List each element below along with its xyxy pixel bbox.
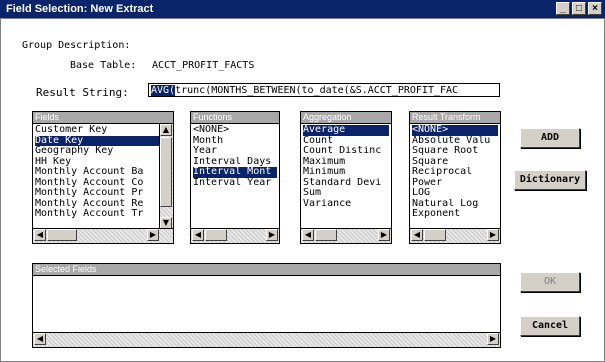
- functions-listbox[interactable]: Functions <NONE> Month Year Interval Days In…: [190, 111, 280, 244]
- list-item[interactable]: Count Distinc: [303, 146, 389, 157]
- list-item[interactable]: Natural Log: [412, 199, 498, 210]
- group-description-label: Group Description:: [22, 40, 131, 51]
- list-item[interactable]: Minimum: [303, 167, 389, 178]
- list-item[interactable]: Interval Days: [193, 157, 277, 168]
- result-transform-horizontal-scrollbar[interactable]: ◀ ▶: [410, 228, 500, 243]
- ok-button[interactable]: OK: [520, 272, 580, 292]
- list-item[interactable]: Geography Key: [35, 146, 159, 157]
- list-item[interactable]: Customer Key: [35, 125, 159, 136]
- list-item[interactable]: Interval Mont: [193, 167, 277, 178]
- list-item[interactable]: Sum: [303, 188, 389, 199]
- list-item[interactable]: <NONE>: [412, 125, 498, 136]
- base-table-value: ACCT_PROFIT_FACTS: [152, 60, 255, 71]
- list-item[interactable]: HH Key: [35, 157, 159, 168]
- window-title: Field Selection: New Extract: [6, 3, 154, 15]
- close-button[interactable]: ×: [588, 2, 602, 15]
- aggregation-horizontal-scrollbar[interactable]: ◀ ▶: [301, 228, 391, 243]
- fields-horizontal-scrollbar[interactable]: ◀ ▶: [33, 228, 173, 243]
- list-item[interactable]: Date Key: [35, 135, 159, 146]
- minimize-button[interactable]: _: [556, 2, 570, 15]
- scroll-right-icon[interactable]: ▶: [487, 229, 499, 241]
- scroll-right-icon[interactable]: ▶: [378, 229, 390, 241]
- result-string-field[interactable]: AVG(trunc(MONTHS_BETWEEN(to_date(&S.ACCT…: [148, 83, 500, 97]
- scroll-left-icon[interactable]: ◀: [192, 229, 204, 241]
- scroll-right-icon[interactable]: ▶: [266, 229, 278, 241]
- aggregation-listbox[interactable]: Aggregation Average Count Count Distinc Max…: [300, 111, 392, 244]
- list-item[interactable]: Absolute Valu: [412, 136, 498, 147]
- list-item[interactable]: Variance: [303, 199, 389, 210]
- list-item[interactable]: Exponent: [412, 209, 498, 220]
- maximize-button[interactable]: □: [572, 2, 586, 15]
- functions-horizontal-scrollbar[interactable]: ◀ ▶: [191, 228, 279, 243]
- list-item[interactable]: Year: [193, 146, 277, 157]
- list-item[interactable]: Square: [412, 157, 498, 168]
- selected-fields-listbox[interactable]: Selected Fields ◀ ▶: [32, 263, 501, 348]
- list-item[interactable]: Monthly Account Co: [35, 178, 159, 189]
- scroll-right-icon[interactable]: ▶: [487, 333, 499, 345]
- cancel-button[interactable]: Cancel: [520, 316, 580, 336]
- list-item[interactable]: Count: [303, 136, 389, 147]
- result-transform-listbox[interactable]: Result Transform <NONE> Absolute Valu Squa…: [409, 111, 501, 244]
- scroll-up-icon[interactable]: ▲: [160, 124, 172, 136]
- fields-vertical-scrollbar[interactable]: ▲ ▼: [159, 124, 173, 229]
- list-item[interactable]: Maximum: [303, 157, 389, 168]
- list-item[interactable]: Interval Year: [193, 178, 277, 189]
- scroll-thumb[interactable]: [315, 229, 337, 241]
- fields-listbox[interactable]: Fields Customer Key Date Key Geography Key…: [32, 111, 174, 244]
- result-string-text: trunc(MONTHS_BETWEEN(to_date(&S.ACCT_PRO…: [175, 85, 459, 96]
- base-table-label: Base Table:: [70, 60, 137, 71]
- functions-header: Functions: [191, 112, 279, 124]
- list-item[interactable]: Monthly Account Re: [35, 199, 159, 210]
- title-bar[interactable]: Field Selection: New Extract _ □ ×: [0, 0, 605, 18]
- list-item[interactable]: Standard Devi: [303, 178, 389, 189]
- scroll-left-icon[interactable]: ◀: [34, 229, 46, 241]
- list-item[interactable]: Monthly Account Tr: [35, 209, 159, 220]
- scroll-left-icon[interactable]: ◀: [302, 229, 314, 241]
- scroll-thumb[interactable]: [424, 229, 446, 241]
- add-button[interactable]: ADD: [520, 128, 580, 148]
- selected-fields-horizontal-scrollbar[interactable]: ◀ ▶: [33, 332, 500, 347]
- list-item[interactable]: Average: [303, 125, 389, 136]
- fields-header: Fields: [33, 112, 173, 124]
- scroll-right-icon[interactable]: ▶: [147, 229, 159, 241]
- selected-fields-header: Selected Fields: [33, 264, 500, 276]
- list-item[interactable]: Monthly Account Ba: [35, 167, 159, 178]
- list-item[interactable]: Monthly Account Pr: [35, 188, 159, 199]
- result-string-label: Result String:: [36, 86, 129, 99]
- scroll-thumb[interactable]: [205, 229, 227, 241]
- list-item[interactable]: Square Root: [412, 146, 498, 157]
- scroll-thumb[interactable]: [47, 229, 77, 241]
- aggregation-header: Aggregation: [301, 112, 391, 124]
- result-transform-header: Result Transform: [410, 112, 500, 124]
- dictionary-button[interactable]: Dictionary: [514, 170, 586, 190]
- scroll-left-icon[interactable]: ◀: [411, 229, 423, 241]
- list-item[interactable]: LOG: [412, 188, 498, 199]
- list-item[interactable]: Reciprocal: [412, 167, 498, 178]
- list-item[interactable]: <NONE>: [193, 125, 277, 136]
- scroll-left-icon[interactable]: ◀: [34, 333, 46, 345]
- scroll-thumb[interactable]: [160, 137, 172, 207]
- result-string-selected-text: AVG(: [151, 85, 176, 96]
- list-item[interactable]: Power: [412, 178, 498, 189]
- list-item[interactable]: Month: [193, 136, 277, 147]
